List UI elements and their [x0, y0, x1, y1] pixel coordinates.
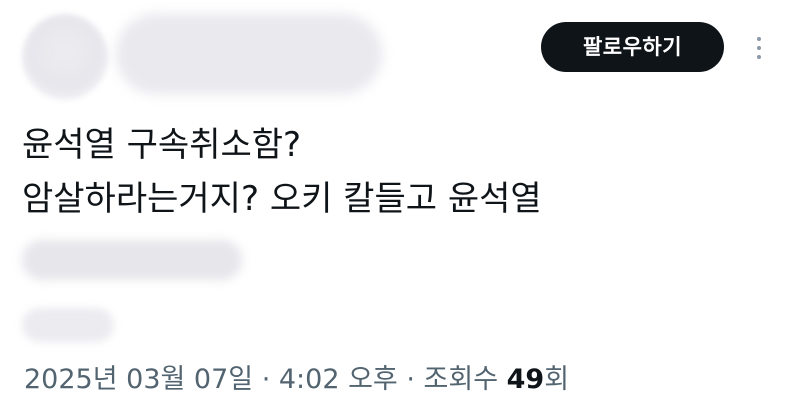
tweet-meta: 2025년 03월 07일 · 4:02 오후 · 조회수 49회 [24, 360, 569, 400]
blurred-content [22, 308, 114, 342]
views-label: 조회수 [423, 364, 507, 395]
views-unit: 회 [544, 364, 570, 395]
dot [757, 46, 761, 50]
more-options-icon[interactable] [748, 30, 770, 66]
avatar[interactable] [22, 14, 108, 100]
author-name-blurred[interactable] [116, 14, 382, 94]
tweet-text: 윤석열 구속취소함? 암살하라는거지? 오키 칼들고 윤석열 [22, 118, 762, 226]
separator: · [397, 364, 424, 395]
views-count[interactable]: 49 [507, 364, 545, 395]
blurred-content [22, 240, 242, 280]
tweet-line-1: 윤석열 구속취소함? [22, 125, 302, 165]
follow-button[interactable]: 팔로우하기 [541, 22, 724, 72]
dot [757, 37, 761, 41]
dot [757, 55, 761, 59]
tweet-time[interactable]: 4:02 오후 [279, 364, 398, 395]
tweet-date[interactable]: 2025년 03월 07일 [24, 364, 253, 395]
tweet-line-2: 암살하라는거지? 오키 칼들고 윤석열 [22, 179, 542, 219]
separator: · [253, 364, 279, 395]
